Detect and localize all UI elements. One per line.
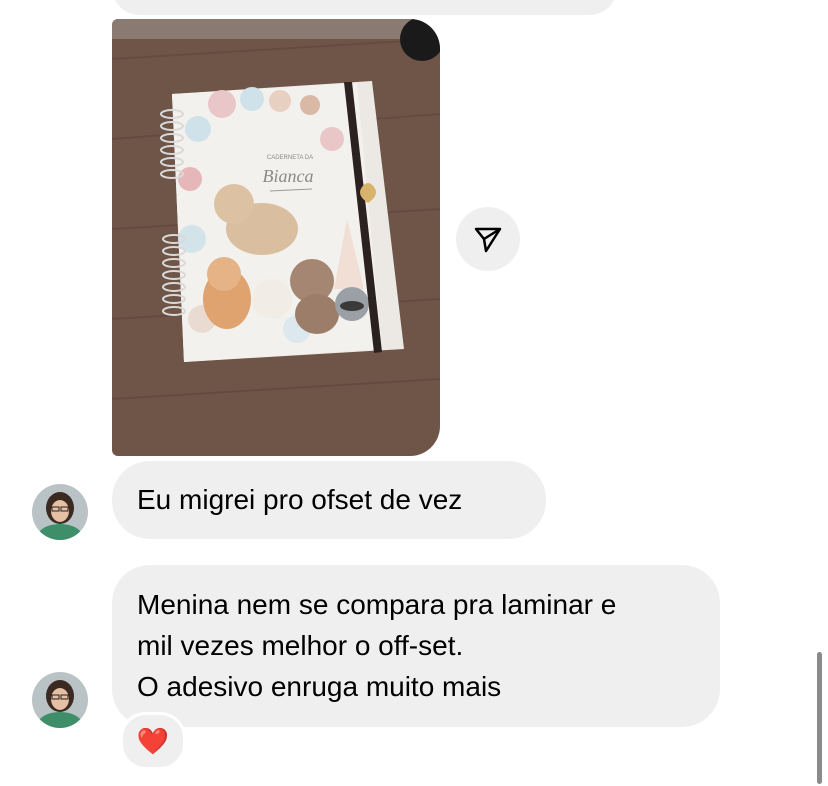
message-text: Menina nem se compara pra laminar e mil … bbox=[137, 584, 720, 707]
message-bubble[interactable]: Menina nem se compara pra laminar e mil … bbox=[112, 565, 720, 727]
message-text: Eu migrei pro ofset de vez bbox=[137, 484, 463, 515]
sender-avatar[interactable] bbox=[32, 484, 88, 540]
send-icon bbox=[474, 227, 502, 253]
notebook-label-name: Bianca bbox=[263, 166, 314, 186]
avatar-image bbox=[32, 672, 88, 728]
message-line: O adesivo enruga muito mais bbox=[137, 671, 502, 702]
message-bubble[interactable]: Eu migrei pro ofset de vez bbox=[112, 461, 546, 539]
reaction-badge[interactable]: ❤️ bbox=[120, 712, 186, 770]
share-button[interactable] bbox=[456, 207, 520, 271]
shared-photo[interactable]: CADERNETA DA Bianca bbox=[112, 19, 440, 456]
notebook-label-top: CADERNETA DA bbox=[267, 155, 313, 161]
sender-avatar[interactable] bbox=[32, 672, 88, 728]
message-line: Menina nem se compara pra laminar e bbox=[137, 589, 617, 620]
scrollbar[interactable] bbox=[817, 652, 822, 784]
previous-message-bubble[interactable] bbox=[112, 0, 617, 15]
message-line: mil vezes melhor o off-set. bbox=[137, 630, 464, 661]
heart-icon: ❤️ bbox=[136, 725, 170, 756]
avatar-image bbox=[32, 484, 88, 540]
